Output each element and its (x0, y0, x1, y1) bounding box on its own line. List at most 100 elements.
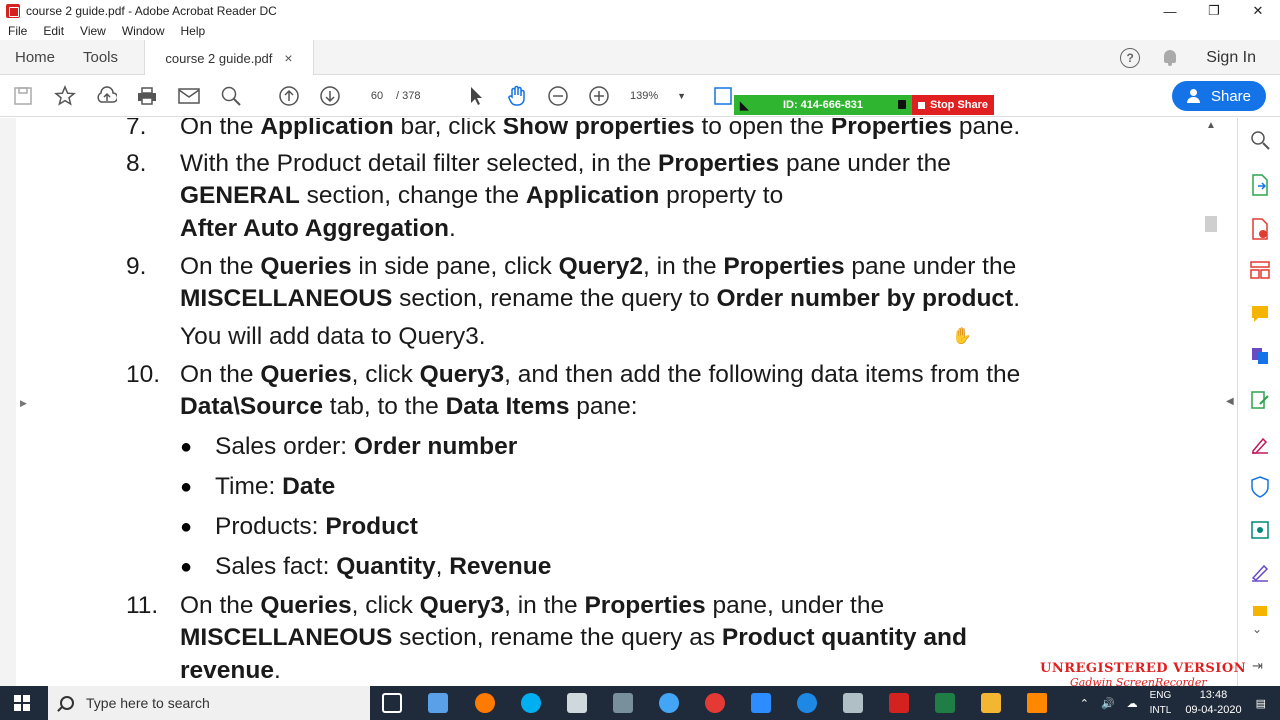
file-explorer-icon[interactable] (981, 693, 1001, 713)
lock-icon (898, 100, 906, 109)
step-8-line-1: With the Product detail filter selected,… (180, 150, 951, 177)
email-icon[interactable] (178, 85, 200, 107)
step-9-line-1: On the Queries in side pane, click Query… (180, 253, 1017, 280)
tab-document[interactable]: course 2 guide.pdf × (144, 40, 314, 76)
close-window-button[interactable]: ✕ (1236, 0, 1280, 22)
document-page[interactable]: ▶ 7. On the Application bar, click Show … (0, 118, 1237, 686)
save-icon[interactable] (12, 85, 34, 107)
acrobat-taskbar-icon[interactable] (889, 693, 909, 713)
chevron-down-icon: ▼ (677, 91, 686, 101)
expand-arrow-icon[interactable]: ◣ (740, 99, 748, 112)
previous-page-icon[interactable] (278, 85, 300, 107)
send-review-icon[interactable] (1250, 520, 1270, 540)
collapse-pane-icon[interactable]: ◀ (1226, 396, 1234, 407)
close-tab-icon[interactable]: × (284, 50, 292, 66)
notifications-icon[interactable]: ▤ (1256, 697, 1266, 710)
clock[interactable]: 13:48 09-04-2020 (1185, 688, 1241, 718)
zoom-out-icon[interactable] (547, 85, 569, 107)
step-number: 7. (126, 118, 147, 140)
skype-icon[interactable] (521, 693, 541, 713)
step-8-line-3: After Auto Aggregation. (180, 215, 456, 242)
tab-bar: Home Tools course 2 guide.pdf × ? Sign I… (0, 40, 1280, 76)
calculator-icon[interactable] (567, 693, 587, 713)
step-number: 10. (126, 361, 161, 388)
add-person-icon (1186, 89, 1203, 103)
bullet-icon: ● (180, 476, 193, 498)
step-9-line-2: MISCELLANEOUS section, rename the query … (180, 285, 1021, 312)
stop-share-button[interactable]: Stop Share (912, 95, 994, 115)
menu-window[interactable]: Window (114, 24, 173, 38)
upload-cloud-icon[interactable] (95, 85, 117, 107)
scroll-thumb[interactable] (1205, 216, 1217, 232)
firefox-icon[interactable] (475, 693, 495, 713)
zoom-in-icon[interactable] (588, 85, 610, 107)
menu-file[interactable]: File (0, 24, 35, 38)
bullet-icon: ● (180, 436, 193, 458)
fit-page-icon[interactable] (712, 85, 734, 107)
bullet-item: Sales fact: Quantity, Revenue (215, 553, 552, 580)
app-icon[interactable] (613, 693, 633, 713)
volume-icon[interactable]: 🔊 (1101, 697, 1115, 710)
left-panel-toggle-icon[interactable]: ▶ (20, 398, 27, 409)
find-icon[interactable] (220, 85, 242, 107)
vertical-scrollbar[interactable]: ▲ (1202, 118, 1218, 686)
task-view-icon[interactable] (382, 693, 402, 713)
window-title: course 2 guide.pdf - Adobe Acrobat Reade… (26, 4, 277, 18)
restore-button[interactable]: ❐ (1192, 0, 1236, 22)
comment-icon[interactable] (1250, 304, 1270, 324)
page-number-input[interactable]: 60 (362, 87, 392, 105)
fill-sign-icon[interactable] (1250, 434, 1270, 454)
signature-icon[interactable] (1250, 562, 1270, 582)
menu-edit[interactable]: Edit (35, 24, 72, 38)
app-icon[interactable] (797, 693, 817, 713)
print-icon[interactable] (136, 85, 158, 107)
expand-pane-icon[interactable]: ⇥ (1252, 658, 1263, 674)
search-icon[interactable] (1250, 130, 1270, 150)
taskbar-search[interactable]: Type here to search (48, 686, 370, 720)
star-icon[interactable] (54, 85, 76, 107)
hand-tool-icon[interactable] (505, 85, 527, 107)
organize-pages-icon[interactable] (1250, 260, 1270, 280)
app-icon[interactable] (843, 693, 863, 713)
share-button[interactable]: Share (1172, 81, 1266, 111)
help-icon[interactable]: ? (1120, 47, 1141, 68)
next-page-icon[interactable] (319, 85, 341, 107)
step-number: 8. (126, 150, 147, 177)
step-11-line-2: MISCELLANEOUS section, rename the query … (180, 624, 967, 651)
bell-icon[interactable] (1162, 49, 1178, 67)
chrome-icon[interactable] (705, 693, 725, 713)
tab-home[interactable]: Home (15, 40, 55, 75)
windows-start-icon[interactable] (14, 695, 30, 711)
tools-pane: ◀ ⌄ ⇥ (1226, 118, 1280, 686)
language-indicator[interactable]: ENG INTL (1150, 688, 1172, 718)
tab-tools[interactable]: Tools (83, 40, 118, 75)
combine-files-icon[interactable] (1250, 346, 1270, 366)
app-icon[interactable] (428, 693, 448, 713)
zoom-icon[interactable] (751, 693, 771, 713)
more-tools-icon[interactable] (1250, 604, 1270, 616)
sign-in-link[interactable]: Sign In (1206, 49, 1256, 67)
edit-pdf-icon[interactable] (1250, 390, 1270, 410)
minimize-button[interactable]: — (1148, 0, 1192, 22)
tray-chevron-icon[interactable]: ⌃ (1080, 697, 1089, 710)
vlc-icon[interactable] (1027, 693, 1047, 713)
bullet-item: Sales order: Order number (215, 433, 518, 460)
title-bar: course 2 guide.pdf - Adobe Acrobat Reade… (0, 0, 1280, 22)
acrobat-icon (6, 4, 20, 18)
app-icon[interactable] (659, 693, 679, 713)
menu-view[interactable]: View (72, 24, 114, 38)
scroll-down-icon[interactable]: ⌄ (1252, 622, 1262, 636)
onedrive-icon[interactable]: ☁ (1127, 697, 1138, 710)
excel-icon[interactable] (935, 693, 955, 713)
scroll-up-icon[interactable]: ▲ (1206, 120, 1216, 131)
select-cursor-icon[interactable] (465, 85, 487, 107)
protect-icon[interactable] (1250, 476, 1270, 498)
bullet-item: Products: Product (215, 513, 418, 540)
zoom-dropdown[interactable]: 139% ▼ (630, 87, 692, 105)
session-id-label: ID: 414-666-831 (782, 99, 864, 111)
create-pdf-icon[interactable] (1250, 218, 1270, 240)
export-pdf-icon[interactable] (1250, 174, 1270, 196)
document-tab-label: course 2 guide.pdf (165, 50, 273, 66)
menu-help[interactable]: Help (173, 24, 214, 38)
window-controls: — ❐ ✕ (1148, 0, 1280, 22)
